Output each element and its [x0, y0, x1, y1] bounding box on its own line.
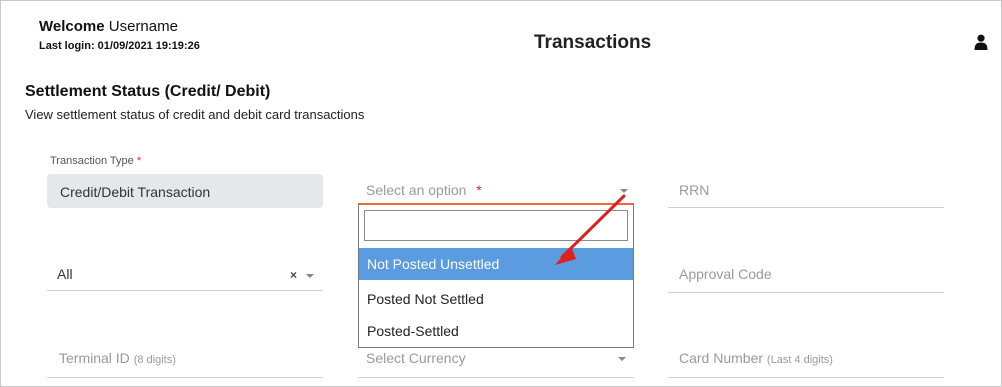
annotation-arrow-icon [555, 194, 626, 265]
